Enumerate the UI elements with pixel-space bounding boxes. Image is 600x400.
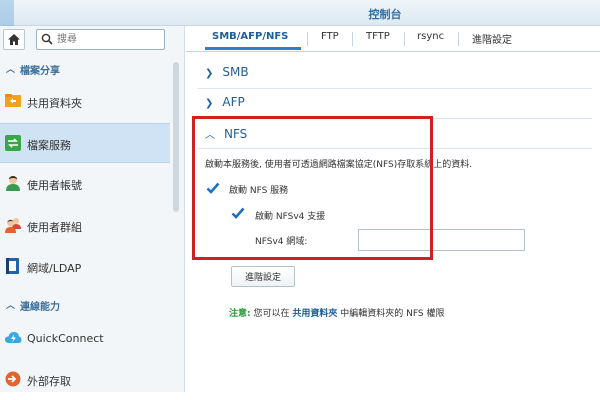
enable-nfsv4-label[interactable]: 啟動 NFSv4 支援 xyxy=(255,209,325,222)
divider xyxy=(197,148,592,149)
scrollbar-thumb[interactable] xyxy=(173,62,179,212)
home-button[interactable] xyxy=(3,29,25,50)
domain-ldap-icon xyxy=(6,258,19,274)
file-services-icon xyxy=(5,135,21,151)
sidebar-item-group[interactable]: 使用者群組 xyxy=(0,206,170,246)
search-box[interactable] xyxy=(36,29,165,50)
sidebar-item-label: QuickConnect xyxy=(27,332,104,345)
user-icon xyxy=(6,176,20,191)
nfsv4-domain-label: NFSv4 網域: xyxy=(255,237,308,247)
tab-separator xyxy=(458,32,459,46)
tab-separator xyxy=(404,32,405,46)
sidebar-item-shared-folder[interactable]: 共用資料夾 xyxy=(0,82,170,122)
tab-tftp[interactable]: TFTP xyxy=(366,31,390,42)
shared-folder-icon xyxy=(5,94,21,107)
tab-ftp[interactable]: FTP xyxy=(321,31,339,42)
section-label: 連線能力 xyxy=(20,302,60,313)
panel-title: SMB xyxy=(222,65,249,79)
divider xyxy=(197,88,592,89)
section-label: 檔案分享 xyxy=(20,66,60,77)
enable-nfsv4-checkbox[interactable] xyxy=(231,206,245,220)
chevron-up-icon: ︿ xyxy=(6,65,16,75)
sidebar-item-file-services[interactable]: 檔案服務 xyxy=(0,123,170,163)
chevron-right-icon: ❯ xyxy=(205,98,214,109)
note-text-before: 您可以在 xyxy=(253,309,290,319)
search-icon xyxy=(41,33,53,45)
window-title: 控制台 xyxy=(368,8,402,21)
divider xyxy=(197,118,592,119)
sidebar-item-label: 檔案服務 xyxy=(27,139,71,152)
tab-smb-afp-nfs[interactable]: SMB/AFP/NFS xyxy=(212,31,288,42)
sidebar-item-external-access[interactable]: 外部存取 xyxy=(0,360,170,400)
check-icon xyxy=(231,207,245,219)
note-prefix: 注意: xyxy=(229,309,251,319)
nfs-note: 注意: 您可以在 共用資料夾 中編輯資料夾的 NFS 權限 xyxy=(229,306,444,319)
sidebar-item-domain-ldap[interactable]: 網域/LDAP xyxy=(0,247,170,287)
tab-separator xyxy=(352,32,353,46)
panel-title: NFS xyxy=(224,127,248,141)
panel-title: AFP xyxy=(222,95,245,109)
sidebar-scrollbar[interactable] xyxy=(171,54,181,392)
window-titlebar: 控制台 xyxy=(0,0,600,26)
sidebar-item-label: 使用者帳號 xyxy=(27,179,82,192)
search-input[interactable] xyxy=(57,32,161,47)
sidebar-item-user[interactable]: 使用者帳號 xyxy=(0,164,170,204)
sidebar-item-label: 網域/LDAP xyxy=(27,262,82,275)
enable-nfs-checkbox[interactable] xyxy=(206,181,220,195)
chevron-up-icon: ︿ xyxy=(205,130,215,141)
tab-separator xyxy=(307,32,308,46)
nfsv4-domain-input[interactable] xyxy=(358,229,525,251)
sidebar-item-label: 使用者群組 xyxy=(27,221,82,234)
panel-header-afp[interactable]: ❯ AFP xyxy=(205,95,245,109)
home-icon xyxy=(8,34,20,45)
chevron-right-icon: ❯ xyxy=(205,68,214,79)
advanced-settings-button[interactable]: 進階設定 xyxy=(231,266,295,287)
nfs-description: 啟動本服務後, 使用者可透過網路檔案協定(NFS)存取系統上的資料. xyxy=(205,160,473,170)
panel-header-nfs[interactable]: ︿ NFS xyxy=(205,126,247,141)
active-tab-indicator xyxy=(205,47,301,50)
quickconnect-icon xyxy=(5,332,22,343)
sidebar-item-label: 共用資料夾 xyxy=(27,97,82,110)
check-icon xyxy=(206,182,220,194)
sidebar-item-quickconnect[interactable]: QuickConnect xyxy=(0,319,170,359)
tab-advanced[interactable]: 進階設定 xyxy=(472,31,512,46)
shared-folder-link[interactable]: 共用資料夾 xyxy=(292,309,337,319)
section-file-sharing[interactable]: ︿ 檔案分享 xyxy=(0,58,170,78)
panel-header-smb[interactable]: ❯ SMB xyxy=(205,65,249,79)
enable-nfs-label[interactable]: 啟動 NFS 服務 xyxy=(229,183,288,196)
group-icon xyxy=(5,218,21,233)
tab-rsync[interactable]: rsync xyxy=(417,31,444,42)
note-text-after: 中編輯資料夾的 NFS 權限 xyxy=(340,309,445,319)
section-connectivity[interactable]: ︿ 連線能力 xyxy=(0,294,170,314)
sidebar: ︿ 檔案分享 共用資料夾 檔案服務 使用者帳號 xyxy=(0,26,185,392)
sidebar-item-label: 外部存取 xyxy=(27,375,71,388)
external-access-icon xyxy=(5,371,21,387)
chevron-up-icon: ︿ xyxy=(6,301,16,311)
